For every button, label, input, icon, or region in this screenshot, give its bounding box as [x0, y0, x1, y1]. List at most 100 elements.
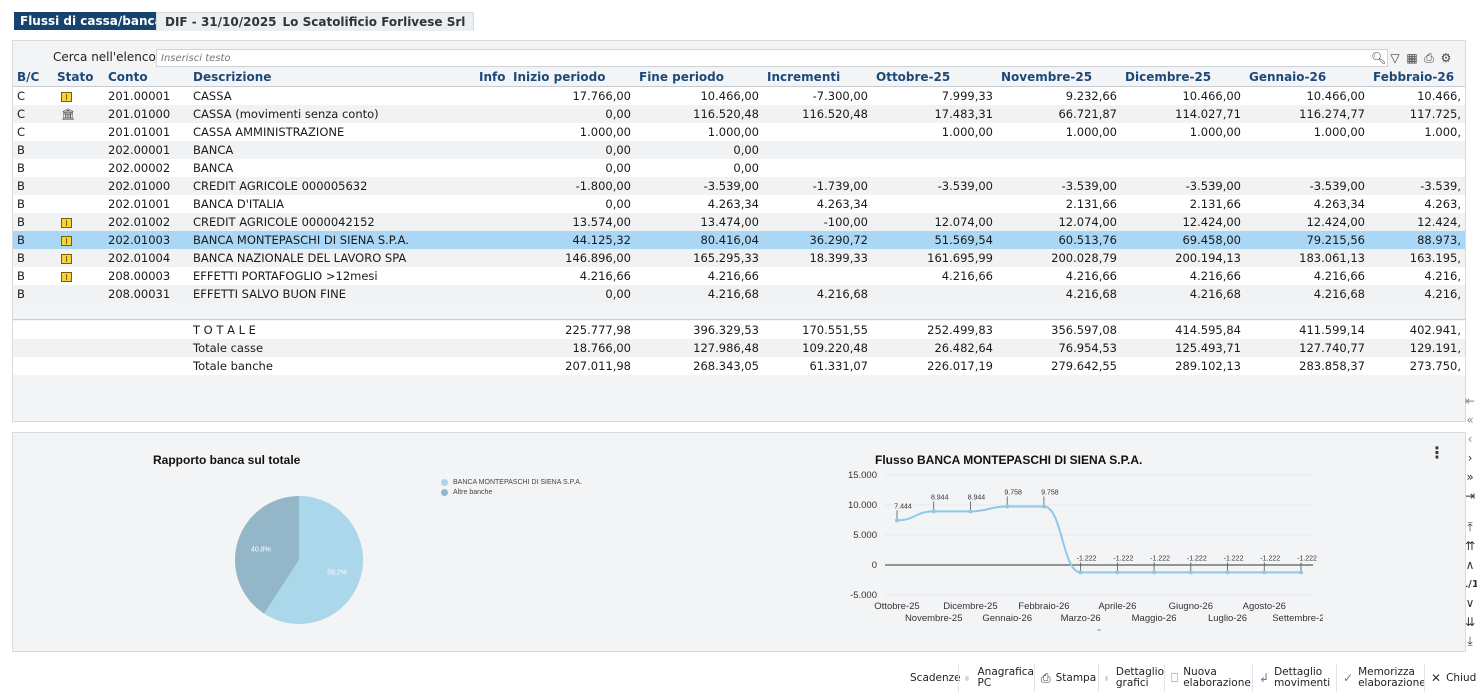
- cell-stato: [53, 213, 104, 231]
- search-label: Cerca nell'elenco: [53, 50, 156, 64]
- cell-conto: 201.00001: [104, 86, 189, 105]
- col-descrizione[interactable]: Descrizione: [189, 68, 475, 87]
- cell-ottobre: [872, 195, 997, 213]
- cell-inizio: 44.125,32: [509, 231, 635, 249]
- table-row[interactable]: C 201.01001 CASSA AMMINISTRAZIONE 1.000,00 1…: [13, 123, 1465, 141]
- scroll-top-icon[interactable]: ⤒: [1467, 518, 1472, 537]
- cell-dicembre: 1.000,00: [1121, 123, 1245, 141]
- dot-icon: [965, 675, 970, 681]
- table-row[interactable]: B 208.00031 EFFETTI SALVO BUON FINE 0,00 4.2…: [13, 285, 1465, 303]
- lock-status-icon: [61, 235, 72, 246]
- scadenze-button[interactable]: Scadenze: [896, 664, 961, 692]
- totals-row[interactable]: T O T A L E 225.777,98 396.329,53 170.551,5…: [13, 321, 1465, 339]
- totals-row[interactable]: Totale banche 207.011,98 268.343,05 61.331,…: [13, 357, 1465, 375]
- cell-novembre: 4.216,68: [997, 285, 1121, 303]
- cell-fine: 0,00: [635, 141, 763, 159]
- scroll-bottom-icon[interactable]: ⤓: [1467, 632, 1472, 651]
- next-fast-icon[interactable]: »: [1466, 468, 1473, 487]
- col-dicembre-25[interactable]: Dicembre-25: [1121, 68, 1245, 87]
- empty-cell: [53, 339, 104, 357]
- table-row[interactable]: B 202.01002 CREDIT AGRICOLE 0000042152 13.5…: [13, 213, 1465, 231]
- col-gennaio-26[interactable]: Gennaio-26: [1245, 68, 1369, 87]
- prev-icon[interactable]: ‹: [1468, 430, 1473, 449]
- more-options-icon[interactable]: ⋮: [1429, 443, 1445, 462]
- cell-fine: 116.520,48: [635, 105, 763, 123]
- stampa-button[interactable]: ⎙ Stampa: [1034, 664, 1098, 692]
- last-page-icon[interactable]: ⇥: [1465, 487, 1475, 506]
- prev-fast-icon[interactable]: «: [1466, 411, 1473, 430]
- search-input[interactable]: [156, 49, 1388, 67]
- table-row[interactable]: B 208.00003 EFFETTI PORTAFOGLIO >12mesi 4.2…: [13, 267, 1465, 285]
- data-point: [1041, 504, 1046, 509]
- settings-icon[interactable]: ⚙: [1439, 51, 1453, 65]
- col-bc[interactable]: B/C: [13, 68, 53, 87]
- chiudi-button[interactable]: ✕ Chiudi: [1424, 664, 1477, 692]
- print-icon: ⎙: [1041, 670, 1051, 685]
- data-point: [968, 509, 973, 514]
- totals-row[interactable]: Totale casse 18.766,00 127.986,48 109.220,4…: [13, 339, 1465, 357]
- col-stato[interactable]: Stato: [53, 68, 104, 87]
- table-row[interactable]: B 202.01004 BANCA NAZIONALE DEL LAVORO SPA…: [13, 249, 1465, 267]
- totals-label: Totale casse: [189, 339, 475, 357]
- next-icon[interactable]: ›: [1468, 449, 1473, 468]
- y-tick-label: 5.000: [853, 530, 877, 541]
- first-page-icon[interactable]: ⇤: [1465, 392, 1475, 411]
- export-icon[interactable]: ▦: [1405, 51, 1419, 65]
- dettaglio-grafici-button[interactable]: Dettaglio grafici: [1098, 664, 1164, 692]
- cell-novembre: -3.539,00: [997, 177, 1121, 195]
- legend-item[interactable]: BANCA MONTEPASCHI DI SIENA S.P.A.: [441, 477, 582, 487]
- scroll-down-fast-icon[interactable]: ⇊: [1465, 613, 1475, 632]
- memorizza-elaborazione-button[interactable]: ✓ Memorizza elaborazione: [1336, 664, 1426, 692]
- data-point: [895, 518, 899, 523]
- legend-item[interactable]: Altre banche: [441, 487, 582, 497]
- cell-bc: B: [13, 141, 53, 159]
- cell-gennaio: -3.539,00: [1245, 177, 1369, 195]
- x-tick-label: Maggio-26: [1132, 613, 1177, 624]
- cell-stato: [53, 267, 104, 285]
- cell-conto: 202.01004: [104, 249, 189, 267]
- anagrafica-pc-button[interactable]: Anagrafica PC: [958, 664, 1034, 692]
- x-tick-label: Febbraio-26: [1018, 601, 1069, 612]
- cell-bc: B: [13, 159, 53, 177]
- document-info-tab: DIF - 31/10/2025 Lo Scatolificio Forlives…: [156, 12, 475, 31]
- empty-cell: [53, 357, 104, 375]
- cell-conto: 202.00001: [104, 141, 189, 159]
- col-febbraio-26[interactable]: Febbraio-26: [1369, 68, 1465, 87]
- empty-cell: [475, 321, 509, 339]
- scroll-up-fast-icon[interactable]: ⇈: [1465, 537, 1475, 556]
- legend-label: Altre banche: [453, 488, 493, 496]
- col-inizio-periodo[interactable]: Inizio periodo: [509, 68, 635, 87]
- dettaglio-movimenti-button[interactable]: ↲ Dettaglio movimenti: [1252, 664, 1336, 692]
- col-fine-periodo[interactable]: Fine periodo: [635, 68, 763, 87]
- cell-febbraio: 1.000,: [1369, 123, 1465, 141]
- empty-cell: [104, 321, 189, 339]
- table-row[interactable]: B 202.01003 BANCA MONTEPASCHI DI SIENA S.P…: [13, 231, 1465, 249]
- table-row[interactable]: B 202.01001 BANCA D'ITALIA 0,00 4.263,34 4.26…: [13, 195, 1465, 213]
- scroll-up-icon[interactable]: ∧: [1466, 556, 1475, 575]
- col-incrementi[interactable]: Incrementi: [763, 68, 872, 87]
- cell-dicembre: [1121, 141, 1245, 159]
- search-icon[interactable]: 🔍︎: [1371, 51, 1386, 65]
- cell-ottobre: 7.999,33: [872, 86, 997, 105]
- table-row[interactable]: B 202.01000 CREDIT AGRICOLE 000005632 -1.80…: [13, 177, 1465, 195]
- print-icon[interactable]: ⎙: [1422, 51, 1436, 66]
- scroll-down-icon[interactable]: ∨: [1466, 594, 1475, 613]
- empty-cell: [53, 321, 104, 339]
- filter-icon[interactable]: ▽: [1388, 51, 1402, 65]
- cell-fine: 1.000,00: [635, 123, 763, 141]
- nuova-elaborazione-button[interactable]: ⎕ Nuova elaborazione: [1164, 664, 1252, 692]
- table-row[interactable]: C 🏛︎ 201.01000 CASSA (movimenti senza conto…: [13, 105, 1465, 123]
- col-info[interactable]: Info: [475, 68, 509, 87]
- totals-value: 279.642,55: [997, 357, 1121, 375]
- table-row[interactable]: B 202.00002 BANCA 0,00 0,00: [13, 159, 1465, 177]
- totals-value: 26.482,64: [872, 339, 997, 357]
- empty-cell: [13, 339, 53, 357]
- col-conto[interactable]: Conto: [104, 68, 189, 87]
- cell-incrementi: -100,00: [763, 213, 872, 231]
- table-row[interactable]: C 201.00001 CASSA 17.766,00 10.466,00 -7.300,…: [13, 86, 1465, 105]
- table-row[interactable]: B 202.00001 BANCA 0,00 0,00: [13, 141, 1465, 159]
- cell-bc: C: [13, 86, 53, 105]
- col-novembre-25[interactable]: Novembre-25: [997, 68, 1121, 87]
- data-label: -1.222: [1297, 555, 1317, 562]
- col-ottobre-25[interactable]: Ottobre-25: [872, 68, 997, 87]
